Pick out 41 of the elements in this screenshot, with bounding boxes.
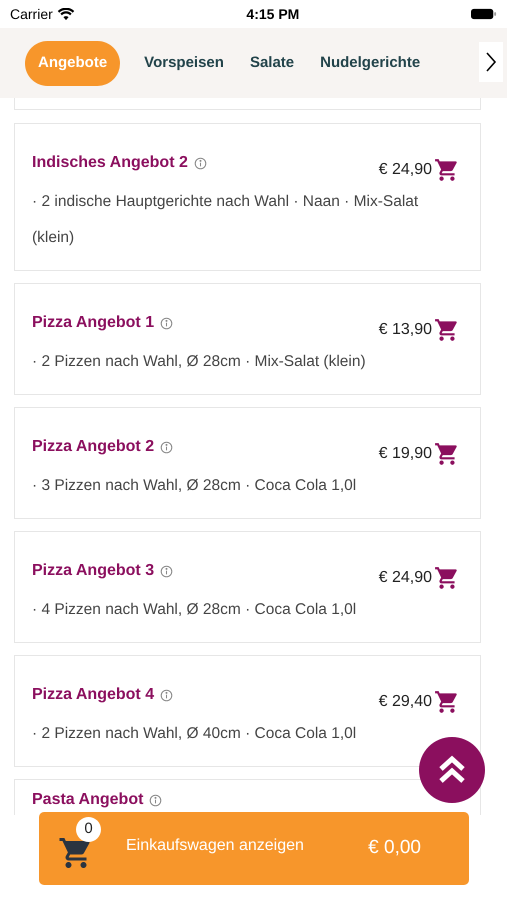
chevron-right-icon [485, 50, 497, 74]
offer-title: Pasta Angebot [32, 790, 144, 810]
wifi-icon [56, 8, 75, 20]
offer-title: Pizza Angebot 4 [32, 685, 154, 705]
offer-title: Pizza Angebot 2 [32, 437, 154, 457]
offer-card[interactable]: Pizza Angebot 3 € 24,90 · 4 Pizzen nach Wahl, Ø 28cm · Coca Cola 1,0l [14, 531, 481, 643]
offer-price: € 24,90 [378, 568, 432, 588]
offer-description: · 2 Pizzen nach Wahl, Ø 40cm · Coca Cola 1,0l [32, 724, 358, 744]
double-chevron-up-icon [437, 755, 467, 785]
offer-title: Pizza Angebot 1 [32, 313, 154, 333]
offer-price: € 13,90 [378, 320, 432, 340]
category-tab[interactable]: Vorspeisen [132, 40, 236, 86]
offer-card[interactable]: Pizza Angebot 2 € 19,90 · 3 Pizzen nach Wahl, Ø 28cm · Coca Cola 1,0l [14, 407, 481, 519]
carrier-label: Carrier [10, 4, 53, 24]
offer-card[interactable]: Pizza Angebot 1 € 13,90 · 2 Pizzen nach Wahl, Ø 28cm · Mix-Salat (klein) [14, 283, 481, 395]
info-icon[interactable] [160, 316, 174, 330]
offer-price: € 24,90 [378, 160, 432, 180]
battery-icon [470, 8, 497, 20]
info-icon[interactable] [194, 156, 207, 170]
offer-description: · 4 Pizzen nach Wahl, Ø 28cm · Coca Cola 1,0l [32, 600, 358, 620]
cart-label: Einkaufswagen anzeigen [126, 836, 304, 856]
offer-description: · 2 Pizzen nach Wahl, Ø 28cm · Mix-Salat (klein) [32, 352, 367, 372]
info-icon[interactable] [160, 564, 174, 578]
info-icon[interactable] [160, 688, 174, 702]
info-icon[interactable] [160, 440, 174, 454]
offer-card[interactable]: Indisches Angebot 2 € 24,90 · 2 indische Hauptgerichte nach Wahl · Naan · Mix-Salat (klein) [14, 123, 481, 271]
offer-description: · 3 Pizzen nach Wahl, Ø 28cm · Coca Cola 1,0l [32, 476, 358, 496]
offer-description: · 2 indische Hauptgerichte nach Wahl · Naan · Mix-Salat (klein) [32, 192, 420, 248]
view-cart-button[interactable]: 0 Einkaufswagen anzeigen € 0,00 [39, 812, 469, 885]
offer-price: € 19,90 [378, 444, 432, 464]
offer-price: € 29,40 [378, 692, 432, 712]
clock-time: 4:15 PM [246, 4, 300, 24]
cart-count-badge: 0 [76, 816, 101, 842]
offer-title: Indisches Angebot 2 [32, 153, 188, 173]
cart-total: € 0,00 [368, 836, 421, 860]
category-tab[interactable]: Salate [238, 40, 306, 86]
info-icon[interactable] [149, 794, 162, 806]
scroll-right-button[interactable] [479, 42, 503, 82]
offer-card[interactable]: Pizza Angebot 4 € 29,40 · 2 Pizzen nach Wahl, Ø 40cm · Coca Cola 1,0l [14, 655, 481, 767]
category-tab[interactable]: Nudelgerichte [308, 40, 432, 86]
offer-title: Pizza Angebot 3 [32, 561, 154, 581]
